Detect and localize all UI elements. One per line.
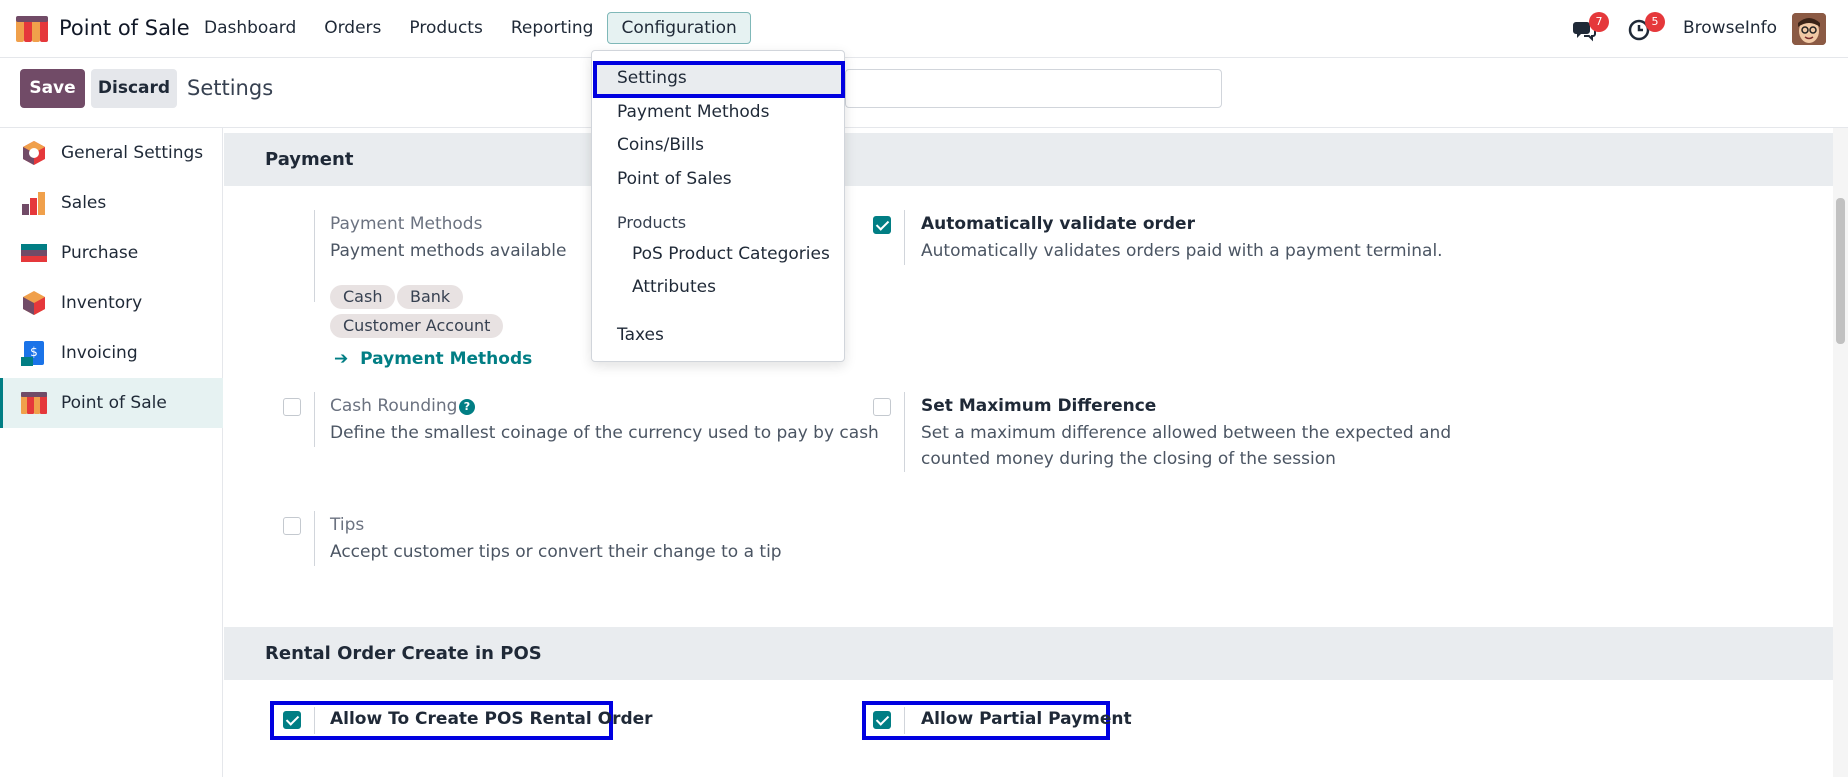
divider <box>314 210 315 302</box>
save-button[interactable]: Save <box>20 69 85 108</box>
pos-icon <box>21 392 47 414</box>
payment-section-header: Payment <box>224 133 1833 186</box>
dropdown-item-attributes[interactable]: Attributes <box>632 277 716 297</box>
dropdown-item-taxes[interactable]: Taxes <box>617 325 664 345</box>
top-navbar: Point of Sale Dashboard Orders Products … <box>0 0 1848 58</box>
activities-badge: 5 <box>1645 12 1665 32</box>
divider <box>314 511 315 566</box>
sidebar-item-invoicing[interactable]: $ Invoicing <box>0 328 223 378</box>
cash-rounding-title: Cash Rounding <box>330 396 458 416</box>
sidebar-item-label: Purchase <box>61 243 139 263</box>
payment-methods-desc: Payment methods available <box>330 241 567 261</box>
dropdown-item-payment-methods[interactable]: Payment Methods <box>617 102 769 122</box>
menu-orders[interactable]: Orders <box>310 12 395 44</box>
tag-cash: Cash <box>330 285 396 309</box>
menu-configuration[interactable]: Configuration <box>607 12 751 44</box>
settings-search-input[interactable] <box>845 69 1222 108</box>
dropdown-header-products: Products <box>617 213 687 232</box>
messages-badge: 7 <box>1589 12 1609 32</box>
settings-content: Payment Payment Methods Payment methods … <box>224 128 1833 777</box>
discard-button[interactable]: Discard <box>91 69 177 108</box>
payment-methods-link[interactable]: ➔ Payment Methods <box>334 349 532 369</box>
scrollbar-thumb[interactable] <box>1836 198 1845 344</box>
max-difference-title: Set Maximum Difference <box>921 396 1157 416</box>
activities-button[interactable]: 5 <box>1628 12 1665 42</box>
sidebar-item-label: Sales <box>61 193 107 213</box>
divider <box>904 392 905 472</box>
sidebar-item-label: Invoicing <box>61 343 138 363</box>
sidebar-item-sales[interactable]: Sales <box>0 178 223 228</box>
allow-create-rental-checkbox[interactable] <box>283 711 301 729</box>
auto-validate-desc: Automatically validates orders paid with… <box>921 241 1443 261</box>
payment-methods-title: Payment Methods <box>330 214 483 234</box>
sidebar-item-label: Point of Sale <box>61 393 167 413</box>
auto-validate-checkbox[interactable] <box>873 216 891 234</box>
help-icon[interactable]: ? <box>459 399 475 415</box>
sidebar-item-label: General Settings <box>61 143 204 163</box>
tips-checkbox[interactable] <box>283 517 301 535</box>
divider <box>314 707 315 734</box>
dropdown-item-settings[interactable]: Settings <box>617 68 687 88</box>
inventory-icon <box>23 291 45 315</box>
payment-methods-link-label: Payment Methods <box>360 349 533 369</box>
divider <box>904 707 905 734</box>
section-title: Payment <box>265 149 354 170</box>
max-difference-checkbox[interactable] <box>873 398 891 416</box>
auto-validate-title: Automatically validate order <box>921 214 1195 234</box>
divider <box>904 210 905 265</box>
allow-partial-payment-checkbox[interactable] <box>873 711 891 729</box>
cash-rounding-desc: Define the smallest coinage of the curre… <box>330 423 879 443</box>
page-title: Settings <box>187 76 274 100</box>
max-difference-desc-line2: counted money during the closing of the … <box>921 449 1336 469</box>
pos-app-icon[interactable] <box>16 16 48 42</box>
dropdown-item-point-of-sales[interactable]: Point of Sales <box>617 169 732 189</box>
sidebar-item-inventory[interactable]: Inventory <box>0 278 223 328</box>
purchase-icon <box>21 244 47 262</box>
allow-partial-payment-title: Allow Partial Payment <box>921 709 1132 729</box>
dropdown-item-pos-product-categories[interactable]: PoS Product Categories <box>632 244 830 264</box>
messages-button[interactable]: 7 <box>1572 12 1609 42</box>
configuration-dropdown: Settings Payment Methods Coins/Bills Poi… <box>591 50 845 362</box>
menu-dashboard[interactable]: Dashboard <box>190 12 310 44</box>
dropdown-item-coins-bills[interactable]: Coins/Bills <box>617 135 704 155</box>
rental-section-header: Rental Order Create in POS <box>224 627 1833 680</box>
cash-rounding-checkbox[interactable] <box>283 398 301 416</box>
tips-desc: Accept customer tips or convert their ch… <box>330 542 782 562</box>
arrow-right-icon: ➔ <box>334 349 349 369</box>
menu-products[interactable]: Products <box>395 12 496 44</box>
user-avatar[interactable] <box>1792 13 1826 45</box>
sidebar-item-purchase[interactable]: Purchase <box>0 228 223 278</box>
divider <box>314 392 315 447</box>
sidebar-item-point-of-sale[interactable]: Point of Sale <box>0 378 223 428</box>
tag-bank: Bank <box>397 285 464 309</box>
max-difference-desc-line1: Set a maximum difference allowed between… <box>921 423 1452 443</box>
sales-icon <box>22 192 45 215</box>
allow-create-rental-title: Allow To Create POS Rental Order <box>330 709 653 729</box>
general-settings-icon <box>23 141 45 165</box>
section-title: Rental Order Create in POS <box>265 643 542 664</box>
svg-text:$: $ <box>30 345 38 359</box>
tips-title: Tips <box>330 515 365 535</box>
user-name[interactable]: BrowseInfo <box>1683 18 1777 38</box>
settings-sidebar: General Settings Sales Purchase Inventor… <box>0 128 223 777</box>
tag-customer-account: Customer Account <box>330 314 504 338</box>
app-name[interactable]: Point of Sale <box>59 16 190 40</box>
sidebar-item-general-settings[interactable]: General Settings <box>0 128 223 178</box>
main-menu: Dashboard Orders Products Reporting Conf… <box>190 12 751 44</box>
menu-reporting[interactable]: Reporting <box>497 12 608 44</box>
invoicing-icon: $ <box>21 341 44 366</box>
sidebar-item-label: Inventory <box>61 293 143 313</box>
